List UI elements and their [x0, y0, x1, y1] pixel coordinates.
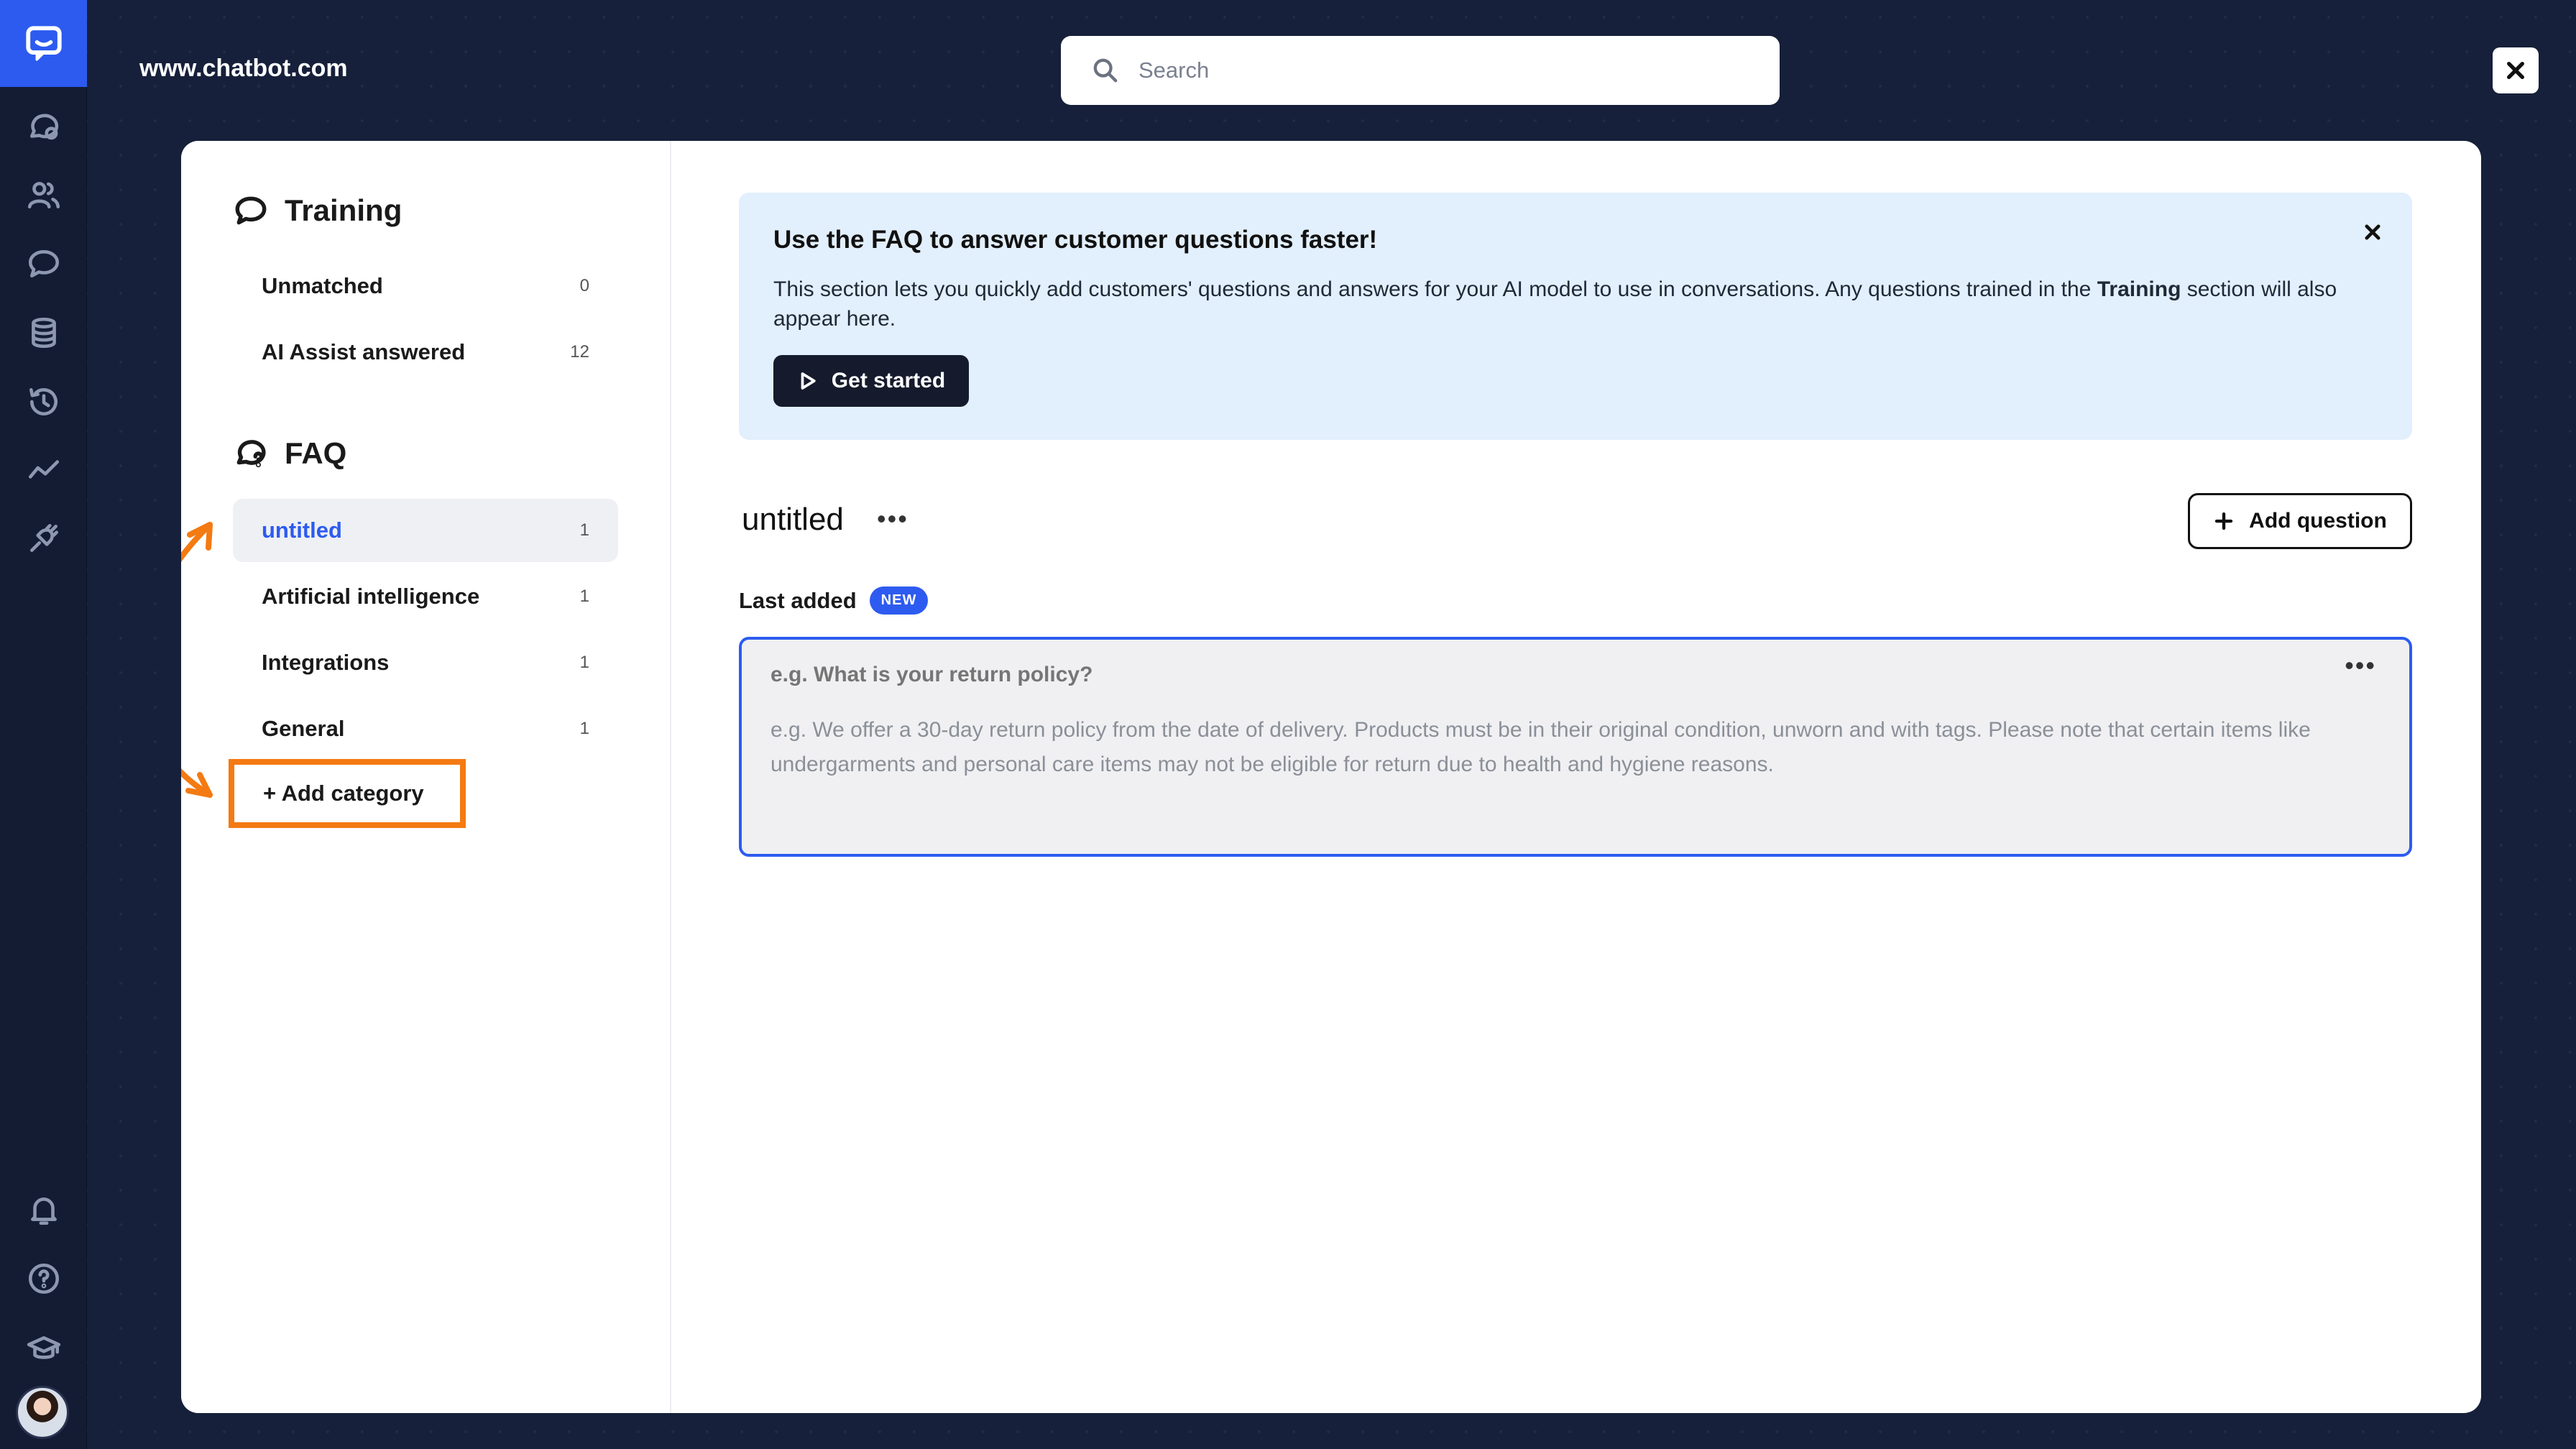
sidebar-item-label: General [262, 716, 345, 741]
banner-close-button[interactable] [2355, 214, 2391, 250]
faq-info-banner: Use the FAQ to answer customer questions… [739, 193, 2412, 440]
sidebar-item-count: 12 [570, 342, 589, 362]
sidebar-item-integrations[interactable]: Integrations 1 [233, 631, 618, 694]
chatbot-logo-icon [25, 25, 62, 61]
question-more-icon[interactable]: ••• [2345, 653, 2376, 678]
sidebar-item-count: 1 [579, 520, 589, 540]
sidebar-item-unmatched[interactable]: Unmatched 0 [233, 254, 618, 318]
get-started-label: Get started [831, 369, 946, 392]
speech-bubble-icon [235, 196, 267, 225]
avatar[interactable] [16, 1386, 69, 1439]
bell-icon[interactable] [22, 1187, 66, 1232]
sidebar-item-ai-assist-answered[interactable]: AI Assist answered 12 [233, 321, 618, 384]
question-card[interactable]: e.g. We offer a 30-day return policy fro… [739, 637, 2412, 857]
sidebar-item-label: Unmatched [262, 273, 383, 298]
category-title: untitled [742, 502, 844, 537]
category-sidebar: Training Unmatched 0 AI Assist answered … [181, 141, 671, 1413]
sidebar-item-label: untitled [262, 518, 342, 543]
faq-bubble-icon [236, 440, 266, 468]
training-heading: Training [233, 193, 402, 229]
sidebar-item-label: Artificial intelligence [262, 584, 480, 609]
sidebar-item-count: 1 [579, 719, 589, 738]
users-icon[interactable] [22, 172, 66, 217]
help-icon[interactable] [22, 1256, 66, 1301]
add-category-button[interactable]: + Add category [229, 759, 466, 828]
last-added-label: Last added [739, 587, 857, 613]
new-badge: NEW [869, 586, 929, 615]
training-title: Training [285, 193, 402, 227]
sidebar-item-count: 1 [579, 653, 589, 672]
left-rail [0, 0, 87, 1449]
sidebar-item-label: Integrations [262, 650, 390, 675]
sidebar-item-untitled[interactable]: untitled 1 [233, 499, 618, 562]
banner-text-start: This section lets you quickly add custom… [773, 277, 2097, 301]
academy-icon[interactable] [22, 1327, 66, 1371]
search-bar[interactable] [1061, 36, 1780, 105]
banner-text-bold: Training [2097, 277, 2181, 301]
play-icon [801, 372, 816, 390]
faq-title: FAQ [285, 436, 347, 470]
close-icon [2365, 224, 2380, 240]
sidebar-item-artificial-intelligence[interactable]: Artificial intelligence 1 [233, 565, 618, 628]
plus-icon [2214, 512, 2233, 530]
database-icon[interactable] [22, 310, 66, 355]
add-question-button[interactable]: Add question [2188, 493, 2412, 549]
question-input[interactable] [770, 663, 2280, 687]
sidebar-item-count: 0 [579, 276, 589, 295]
sidebar-item-general[interactable]: General 1 [233, 697, 618, 760]
sidebar-item-label: AI Assist answered [262, 339, 466, 364]
sidebar-item-count: 1 [579, 586, 589, 606]
answer-input[interactable]: e.g. We offer a 30-day return policy fro… [770, 713, 2380, 782]
last-added-row: Last added NEW [739, 586, 929, 615]
messages-icon[interactable] [22, 242, 66, 286]
search-input[interactable] [1138, 58, 1728, 83]
get-started-button[interactable]: Get started [773, 355, 969, 407]
add-question-label: Add question [2249, 509, 2387, 533]
search-icon [1093, 58, 1118, 83]
banner-text: This section lets you quickly add custom… [773, 275, 2355, 334]
analytics-icon[interactable] [22, 447, 66, 492]
site-title: www.chatbot.com [139, 55, 348, 82]
chat-bubble-icon[interactable] [22, 105, 66, 150]
close-icon [2507, 62, 2524, 79]
close-button[interactable] [2493, 47, 2539, 93]
faq-panel: Training Unmatched 0 AI Assist answered … [181, 141, 2481, 1413]
chatbot-logo[interactable] [0, 0, 87, 87]
banner-title: Use the FAQ to answer customer questions… [773, 226, 1378, 254]
history-icon[interactable] [22, 380, 66, 424]
integrations-icon[interactable] [22, 516, 66, 561]
category-more-icon[interactable]: ••• [877, 506, 908, 532]
faq-heading: FAQ [233, 436, 346, 472]
